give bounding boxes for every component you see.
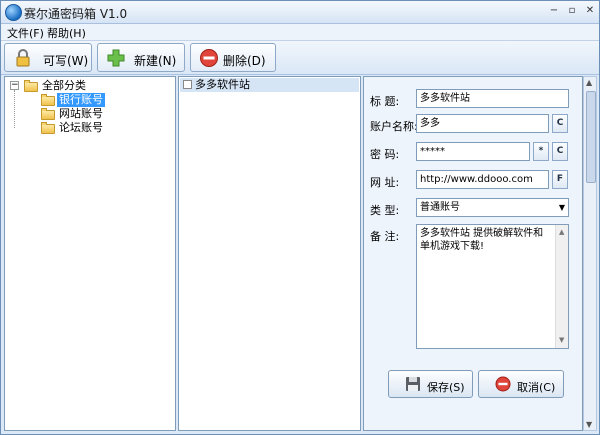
scroll-thumb[interactable] [586, 91, 596, 183]
new-button[interactable]: 新建(N) [97, 43, 185, 72]
lock-icon [16, 49, 30, 67]
folder-icon [41, 122, 55, 134]
tree-root[interactable]: 全部分类 [42, 79, 86, 93]
open-url-button[interactable]: F [552, 170, 568, 189]
copy-password-button[interactable]: C [552, 142, 568, 161]
password-label: 密 码: [370, 148, 400, 161]
save-icon [406, 377, 420, 391]
tree-item-bank[interactable]: 银行账号 [57, 93, 105, 107]
category-tree[interactable]: − 全部分类 银行账号 网站账号 论坛账号 [4, 76, 176, 431]
title-label: 标 题: [370, 95, 400, 108]
entry-list[interactable]: 多多软件站 [178, 76, 361, 431]
delete-button[interactable]: 删除(D) [190, 43, 276, 72]
note-label: 备 注: [370, 230, 400, 243]
show-password-button[interactable]: * [533, 142, 549, 161]
close-icon[interactable]: ✕ [583, 5, 597, 17]
folder-icon [41, 108, 55, 120]
cancel-button[interactable]: 取消(C) [478, 370, 564, 398]
main-window: 赛尔通密码箱 V1.0 − ▫ ✕ 文件(F) 帮助(H) 可写(W) 新建(N… [0, 0, 600, 435]
app-logo-icon [5, 4, 22, 21]
menu-help[interactable]: 帮助(H) [47, 25, 86, 41]
note-textarea[interactable]: 多多软件站 提供破解软件和单机游戏下载! ▲ ▼ [416, 224, 569, 349]
minimize-icon[interactable]: − [547, 5, 561, 17]
main-scrollbar[interactable]: ▲ ▼ [583, 76, 597, 431]
scroll-up-icon[interactable]: ▲ [559, 226, 564, 239]
checkbox[interactable] [183, 80, 192, 89]
list-item[interactable]: 多多软件站 [180, 78, 359, 92]
chevron-down-icon[interactable]: ▼ [559, 201, 565, 214]
scroll-down-icon[interactable]: ▼ [586, 420, 592, 429]
plus-icon [107, 49, 125, 67]
title-field[interactable]: 多多软件站 [416, 89, 569, 108]
note-text: 多多软件站 提供破解软件和单机游戏下载! [420, 228, 544, 252]
title-bar: 赛尔通密码箱 V1.0 − ▫ ✕ [1, 1, 599, 24]
note-scrollbar[interactable]: ▲ ▼ [555, 225, 568, 348]
menu-file[interactable]: 文件(F) [7, 25, 44, 41]
collapse-icon[interactable]: − [10, 81, 19, 90]
detail-form: 标 题: 多多软件站 账户名称: 多多 C 密 码: ***** * C 网 址… [363, 76, 583, 431]
type-label: 类 型: [370, 204, 400, 217]
window-title: 赛尔通密码箱 V1.0 [24, 7, 128, 21]
toolbar: 可写(W) 新建(N) 删除(D) [1, 41, 599, 75]
tree-item-website[interactable]: 网站账号 [59, 107, 103, 121]
scroll-up-icon[interactable]: ▲ [586, 78, 592, 87]
restore-icon[interactable]: ▫ [565, 5, 579, 17]
copy-account-button[interactable]: C [552, 114, 568, 133]
password-field[interactable]: ***** [416, 142, 530, 161]
account-label: 账户名称: [370, 120, 418, 133]
menu-bar: 文件(F) 帮助(H) [1, 24, 599, 41]
cancel-icon [495, 376, 511, 392]
save-button[interactable]: 保存(S) [388, 370, 473, 398]
type-select[interactable]: 普通账号 ▼ [416, 198, 569, 217]
url-field[interactable]: http://www.ddooo.com [416, 170, 549, 189]
list-item-label: 多多软件站 [195, 78, 250, 91]
tree-line [14, 90, 16, 128]
scroll-down-icon[interactable]: ▼ [559, 334, 564, 347]
url-label: 网 址: [370, 176, 400, 189]
writable-button[interactable]: 可写(W) [4, 43, 92, 72]
folder-icon [24, 80, 38, 92]
tree-item-forum[interactable]: 论坛账号 [59, 121, 103, 135]
type-select-value: 普通账号 [420, 202, 460, 213]
account-field[interactable]: 多多 [416, 114, 549, 133]
delete-icon [200, 49, 218, 67]
folder-open-icon [41, 94, 55, 106]
